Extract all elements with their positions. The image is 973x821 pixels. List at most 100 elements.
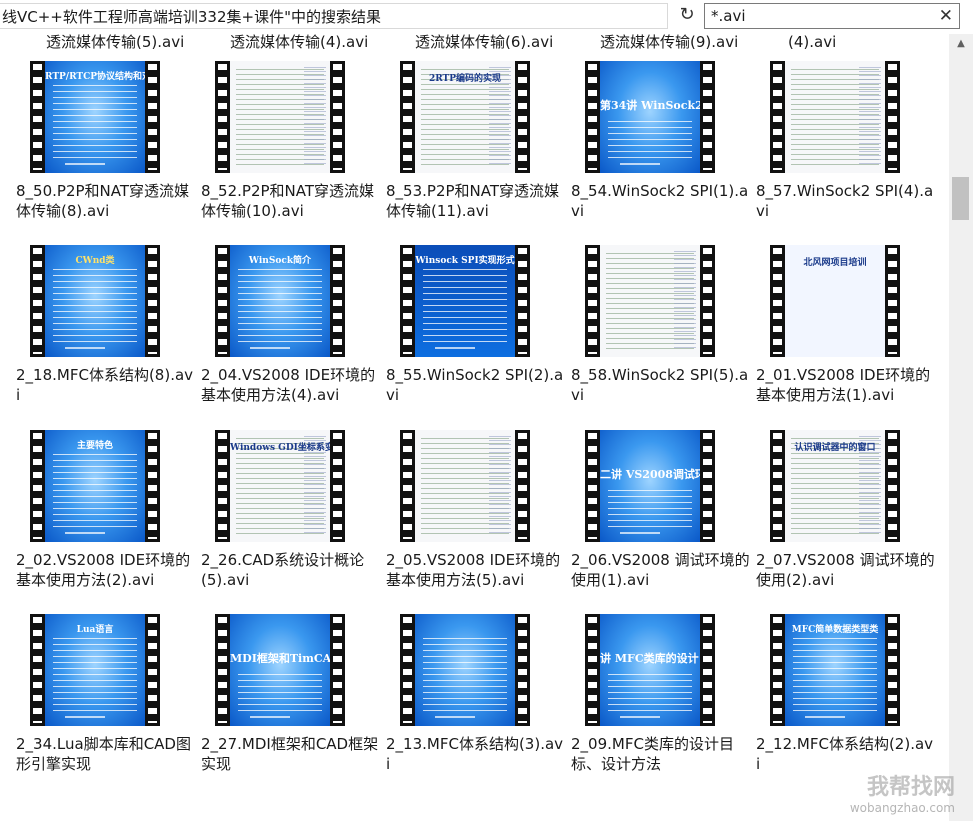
- file-grid: 透流媒体传输(5).avi 透流媒体传输(4).avi 透流媒体传输(6).av…: [0, 34, 949, 821]
- video-thumbnail[interactable]: [585, 245, 715, 357]
- film-holes: [588, 433, 597, 539]
- film-strip: [215, 614, 230, 726]
- search-input[interactable]: *.avi ✕: [704, 3, 960, 29]
- video-thumbnail[interactable]: [400, 430, 530, 542]
- video-thumbnail[interactable]: Windows GDI坐标系变换: [215, 430, 345, 542]
- film-strip: [700, 245, 715, 357]
- film-holes: [703, 433, 712, 539]
- top-bar: 线VC++软件工程师高端培训332集+课件"中的搜索结果 ↻ *.avi ✕: [0, 0, 973, 34]
- video-thumbnail[interactable]: 二讲 VS2008调试环: [585, 430, 715, 542]
- watermark: 我帮找网 wobangzhao.com: [850, 769, 955, 815]
- video-thumbnail[interactable]: [215, 61, 345, 173]
- partial-row-caption[interactable]: 透流媒体传输(5).avi: [46, 34, 184, 51]
- film-holes: [518, 248, 527, 354]
- video-thumbnail[interactable]: [400, 614, 530, 726]
- film-holes: [148, 64, 157, 170]
- film-holes: [888, 617, 897, 723]
- film-holes: [33, 617, 42, 723]
- file-name: 2_01.VS2008 IDE环境的基本使用方法(1).avi: [756, 366, 931, 404]
- slide-bullets: [53, 85, 137, 159]
- file-name: 2_06.VS2008 调试环境的使用(1).avi: [571, 551, 750, 589]
- slide-footer: [250, 716, 290, 718]
- film-holes: [518, 617, 527, 723]
- file-name: 8_53.P2P和NAT穿透流媒体传输(11).avi: [386, 182, 560, 220]
- file-name: 8_58.WinSock2 SPI(5).avi: [571, 366, 749, 404]
- file-name: 8_57.WinSock2 SPI(4).avi: [756, 182, 934, 220]
- vertical-scrollbar[interactable]: ▲: [949, 34, 973, 821]
- video-thumbnail[interactable]: CWnd类: [30, 245, 160, 357]
- slide-title: 2RTP编码的实现: [428, 74, 502, 84]
- film-strip: [770, 430, 785, 542]
- slide-title: Winsock SPI实现形式: [415, 256, 515, 266]
- video-thumbnail[interactable]: 北风网项目培训: [770, 245, 900, 357]
- file-name: 8_50.P2P和NAT穿透流媒体传输(8).avi: [16, 182, 190, 220]
- slide-footer: [65, 163, 105, 165]
- file-name: 8_52.P2P和NAT穿透流媒体传输(10).avi: [201, 182, 375, 220]
- slide-title: 北风网项目培训: [803, 258, 867, 268]
- partial-row-caption[interactable]: 透流媒体传输(4).avi: [230, 34, 368, 51]
- slide-footer: [435, 716, 475, 718]
- file-name: 2_02.VS2008 IDE环境的基本使用方法(2).avi: [16, 551, 191, 589]
- slide-bullets: [53, 638, 137, 712]
- film-strip: [330, 614, 345, 726]
- film-holes: [218, 617, 227, 723]
- slide-bullets: [238, 674, 322, 712]
- slide-bullets: [608, 674, 692, 712]
- video-thumbnail[interactable]: RTP/RTCP协议结构和对照: [30, 61, 160, 173]
- film-strip: [145, 61, 160, 173]
- film-strip: [215, 430, 230, 542]
- partial-row-caption[interactable]: (4).avi: [788, 34, 836, 51]
- slide-title: Windows GDI坐标系变换: [230, 443, 330, 453]
- refresh-icon[interactable]: ↻: [676, 3, 698, 29]
- slide-footer: [435, 347, 475, 349]
- video-thumbnail[interactable]: 2RTP编码的实现: [400, 61, 530, 173]
- video-thumbnail[interactable]: 主要特色: [30, 430, 160, 542]
- film-holes: [888, 64, 897, 170]
- slide-footer: [805, 716, 845, 718]
- film-holes: [703, 248, 712, 354]
- film-strip: [400, 61, 415, 173]
- video-thumbnail[interactable]: [770, 61, 900, 173]
- film-holes: [703, 64, 712, 170]
- slide-title: 二讲 VS2008调试环: [600, 468, 700, 481]
- thumbnail-frame: 2RTP编码的实现: [415, 61, 515, 173]
- slide-bullets: [423, 638, 507, 712]
- film-holes: [773, 433, 782, 539]
- scroll-thumb[interactable]: [952, 177, 969, 220]
- film-holes: [588, 64, 597, 170]
- slide-footer: [65, 532, 105, 534]
- video-thumbnail[interactable]: 第34讲 WinSock2 SPI: [585, 61, 715, 173]
- partial-row-caption[interactable]: 透流媒体传输(9).avi: [600, 34, 738, 51]
- film-strip: [515, 430, 530, 542]
- film-holes: [588, 617, 597, 723]
- video-thumbnail[interactable]: Winsock SPI实现形式: [400, 245, 530, 357]
- film-strip: [700, 61, 715, 173]
- film-strip: [770, 245, 785, 357]
- film-holes: [218, 248, 227, 354]
- slide-footer: [620, 532, 660, 534]
- film-strip: [585, 430, 600, 542]
- video-thumbnail[interactable]: Lua语言: [30, 614, 160, 726]
- scroll-up-icon[interactable]: ▲: [949, 34, 973, 54]
- video-thumbnail[interactable]: WinSock简介: [215, 245, 345, 357]
- close-icon[interactable]: ✕: [939, 4, 953, 28]
- film-holes: [588, 248, 597, 354]
- address-bar[interactable]: 线VC++软件工程师高端培训332集+课件"中的搜索结果: [0, 3, 668, 29]
- film-holes: [403, 64, 412, 170]
- video-thumbnail[interactable]: MFC简单数据类型类: [770, 614, 900, 726]
- film-holes: [33, 248, 42, 354]
- video-thumbnail[interactable]: 认识调试器中的窗口: [770, 430, 900, 542]
- film-strip: [400, 430, 415, 542]
- film-strip: [330, 61, 345, 173]
- slide-bullets: [423, 269, 507, 343]
- video-thumbnail[interactable]: 讲 MFC类库的设计目: [585, 614, 715, 726]
- film-holes: [218, 433, 227, 539]
- thumbnail-frame: [785, 61, 885, 173]
- address-path-text: 线VC++软件工程师高端培训332集+课件"中的搜索结果: [2, 8, 381, 26]
- slide-bullets: [608, 490, 692, 528]
- partial-row-caption[interactable]: 透流媒体传输(6).avi: [415, 34, 553, 51]
- thumbnail-frame: [415, 614, 515, 726]
- thumbnail-frame: WinSock简介: [230, 245, 330, 357]
- film-strip: [515, 61, 530, 173]
- video-thumbnail[interactable]: MDI框架和TimCAD框架: [215, 614, 345, 726]
